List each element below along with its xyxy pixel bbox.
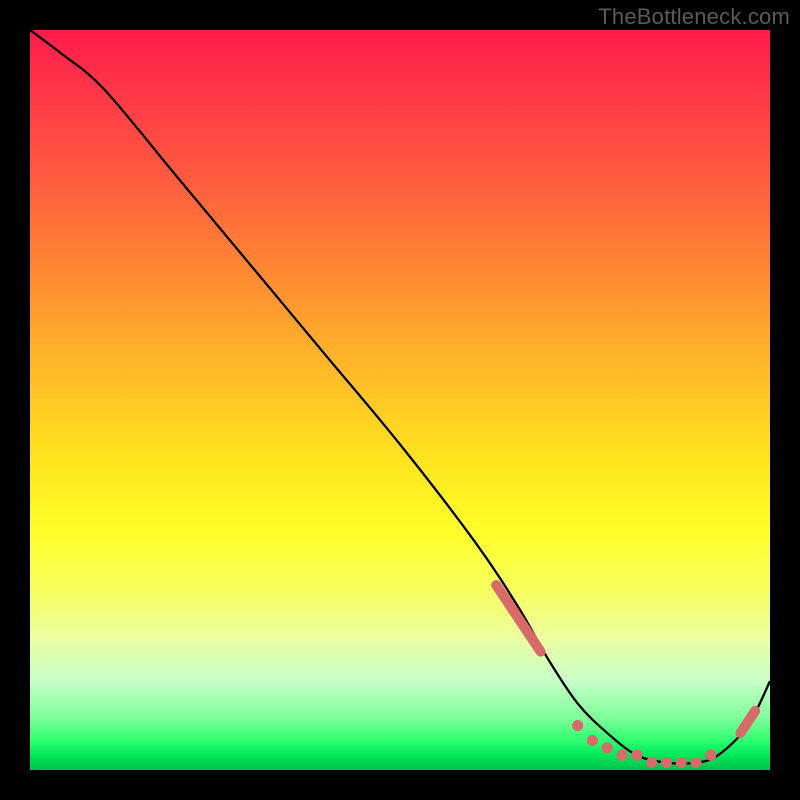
bottleneck-curve bbox=[30, 30, 770, 764]
data-marker bbox=[631, 750, 642, 761]
data-marker bbox=[676, 757, 687, 768]
chart-container: TheBottleneck.com bbox=[0, 0, 800, 800]
data-marker bbox=[587, 735, 598, 746]
data-marker-segment bbox=[496, 585, 540, 652]
data-marker-segment bbox=[740, 711, 755, 733]
curve-svg bbox=[30, 30, 770, 770]
data-marker bbox=[690, 757, 701, 768]
data-marker bbox=[616, 750, 627, 761]
watermark-text: TheBottleneck.com bbox=[598, 4, 790, 30]
plot-area bbox=[30, 30, 770, 770]
data-marker bbox=[661, 757, 672, 768]
data-marker bbox=[572, 720, 583, 731]
data-marker bbox=[646, 757, 657, 768]
data-marker bbox=[602, 742, 613, 753]
data-marker bbox=[705, 750, 716, 761]
marker-group bbox=[496, 585, 755, 768]
